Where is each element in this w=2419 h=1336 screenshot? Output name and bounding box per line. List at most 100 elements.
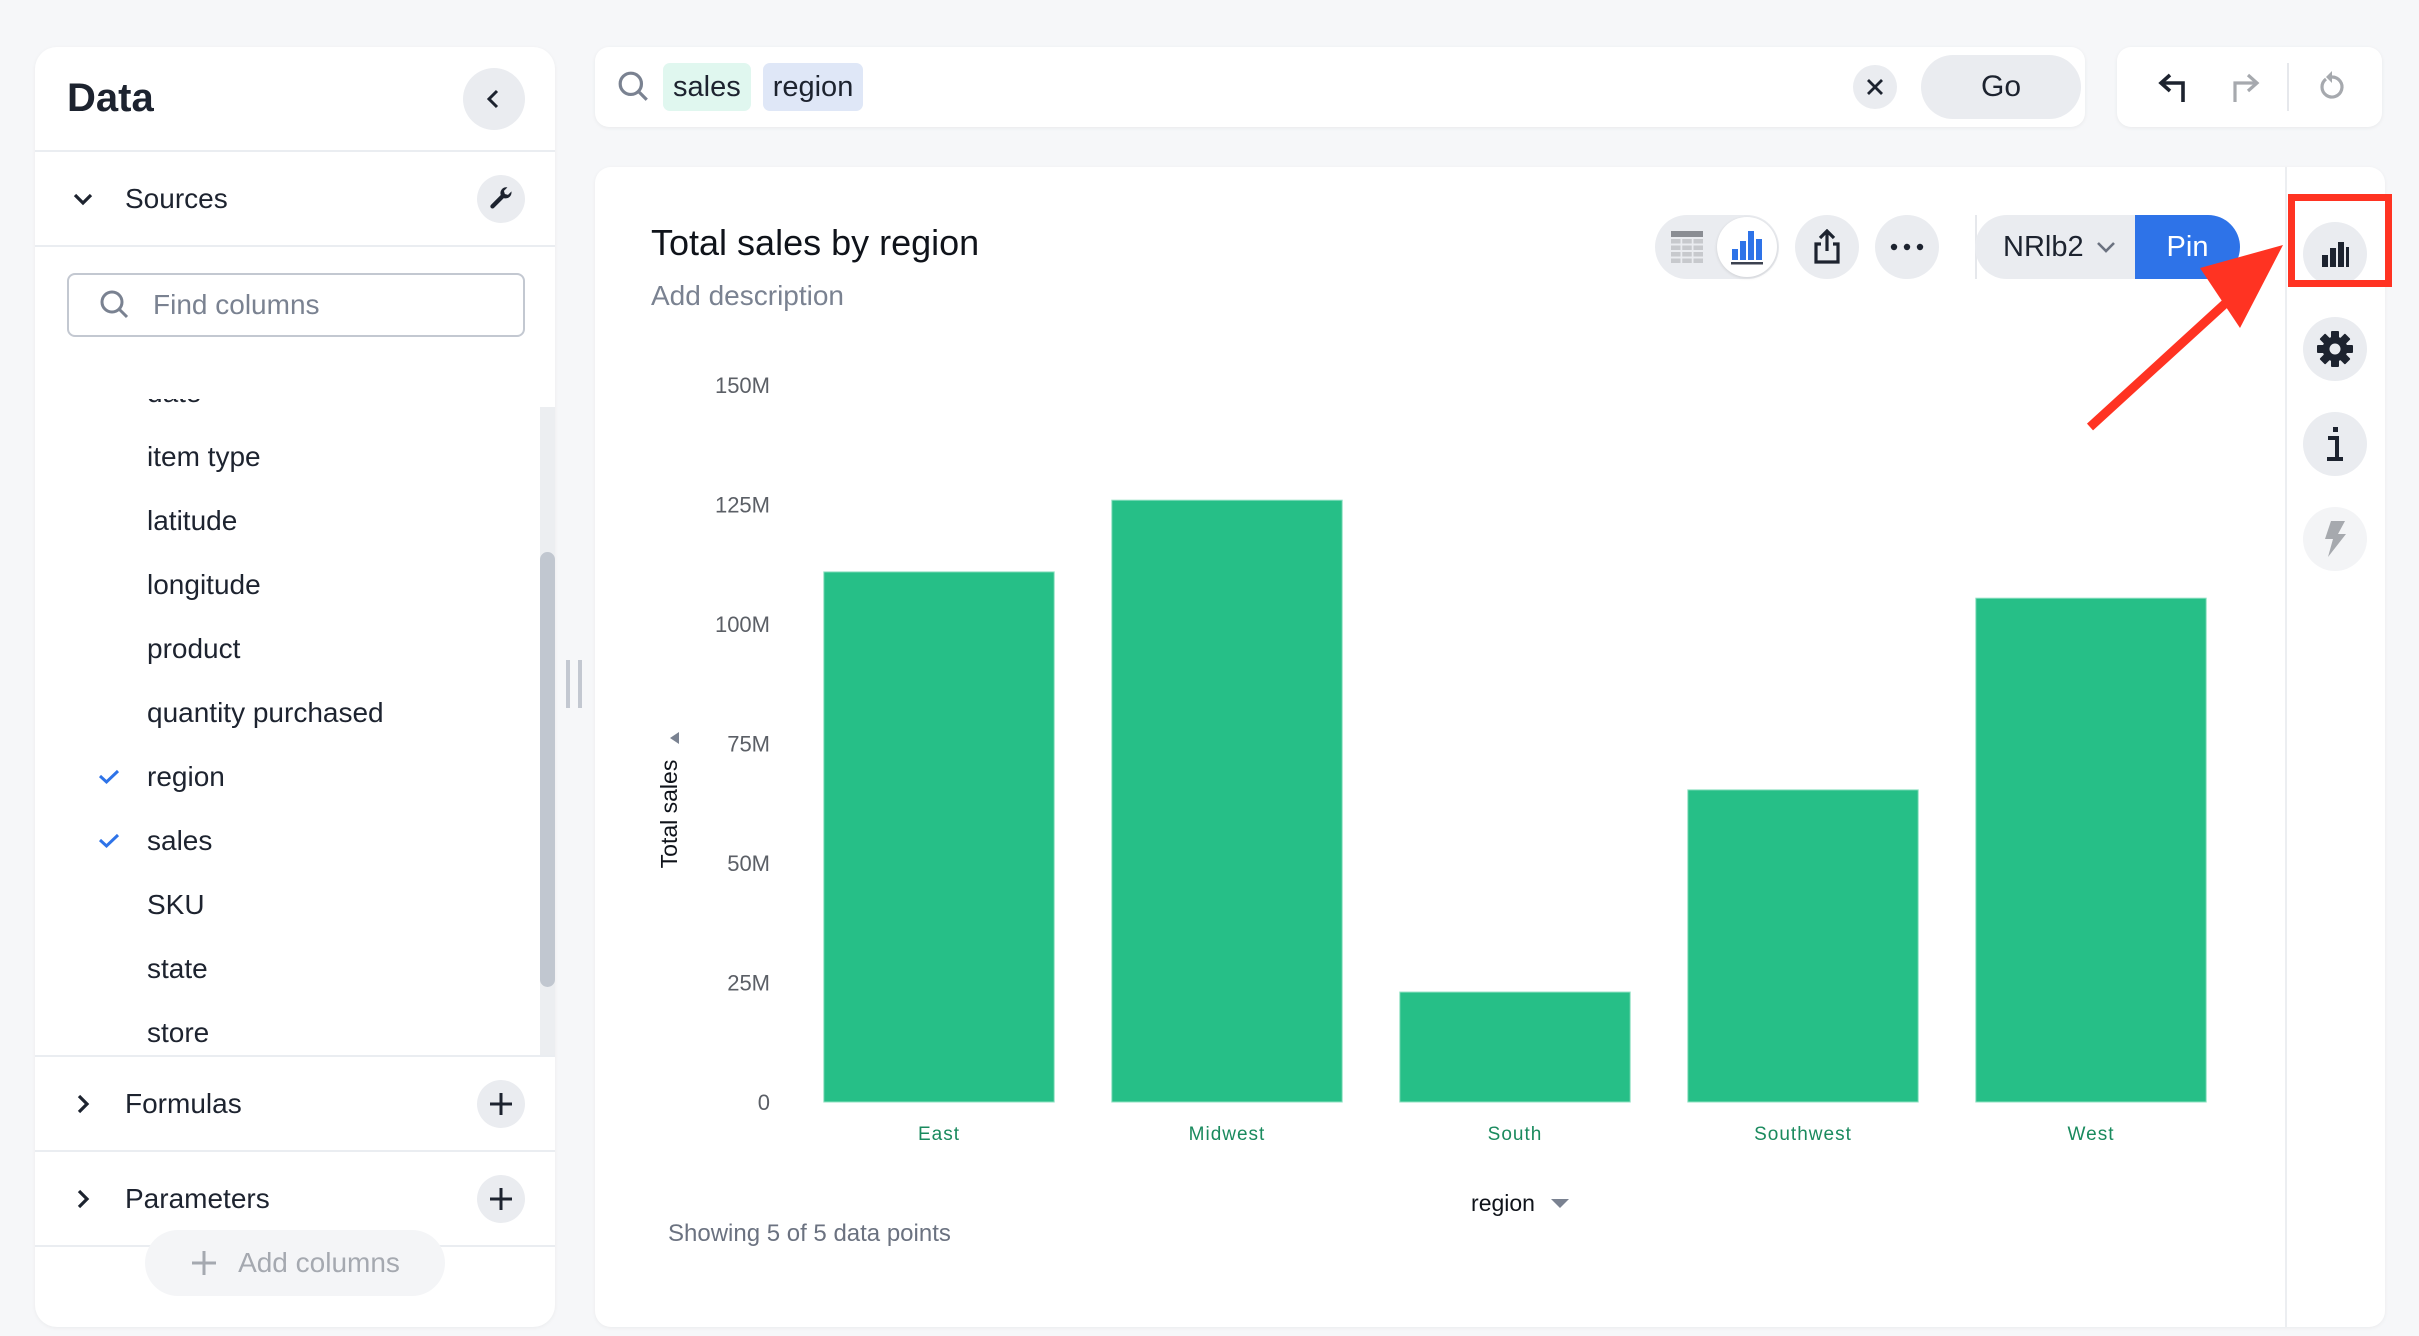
column-label: region	[147, 761, 225, 792]
sources-section-header[interactable]: Sources	[35, 152, 555, 247]
lightning-icon	[2325, 521, 2346, 557]
x-tick-label: Midwest	[1189, 1124, 1266, 1145]
info-button[interactable]	[2303, 412, 2367, 476]
bar-west[interactable]	[1975, 597, 2207, 1103]
column-label: SKU	[147, 889, 205, 920]
column-item[interactable]: date	[35, 399, 535, 425]
y-axis-title[interactable]: Total sales	[656, 732, 682, 868]
column-label: store	[147, 1017, 210, 1048]
x-axis-title[interactable]: region	[1471, 1190, 1569, 1216]
bar-southwest[interactable]	[1687, 789, 1919, 1103]
plus-icon	[490, 1187, 512, 1210]
close-icon	[1867, 79, 1883, 95]
formulas-section-header[interactable]: Formulas	[35, 1057, 555, 1152]
formulas-label: Formulas	[125, 1087, 242, 1119]
column-item[interactable]: longitude	[35, 553, 535, 617]
undo-icon	[2158, 73, 2185, 102]
add-columns-button[interactable]: Add columns	[145, 1230, 445, 1296]
x-tick-label: West	[2068, 1124, 2115, 1145]
chevron-right-icon	[77, 1189, 90, 1208]
chevron-down-icon	[73, 193, 93, 205]
x-tick-label: East	[918, 1124, 960, 1145]
sources-label: Sources	[125, 182, 228, 214]
panel-resize-handle[interactable]	[566, 660, 582, 710]
y-tick-label: 75M	[727, 732, 770, 757]
reset-icon	[2320, 71, 2344, 99]
plus-icon	[192, 1251, 217, 1275]
checkmark-icon	[98, 769, 120, 785]
column-item[interactable]: store	[35, 1001, 535, 1055]
column-label: quantity purchased	[147, 697, 384, 728]
undo-button[interactable]	[2139, 52, 2209, 122]
settings-button[interactable]	[2303, 317, 2367, 381]
search-icon	[618, 71, 648, 101]
x-axis-label[interactable]: region	[1471, 1190, 1535, 1216]
column-label: state	[147, 953, 208, 984]
y-tick-label: 50M	[727, 851, 770, 876]
search-icon	[100, 290, 129, 319]
gear-icon	[2317, 331, 2353, 367]
column-label: product	[147, 633, 241, 664]
column-item[interactable]: item type	[35, 425, 535, 489]
bar-south[interactable]	[1399, 991, 1631, 1103]
add-parameter-button[interactable]	[477, 1174, 525, 1223]
checkmark-icon	[98, 833, 120, 849]
bar-midwest[interactable]	[1111, 499, 1343, 1103]
column-item[interactable]: quantity purchased	[35, 681, 535, 745]
parameters-label: Parameters	[125, 1182, 270, 1214]
y-tick-label: 125M	[715, 493, 770, 518]
data-panel: Data Sources date item type latitude lon…	[35, 47, 555, 1327]
plus-icon	[490, 1092, 512, 1115]
y-tick-label: 0	[758, 1090, 770, 1115]
history-controls	[2117, 47, 2382, 127]
manage-sources-button[interactable]	[477, 174, 525, 223]
y-tick-label: 150M	[715, 373, 770, 398]
y-tick-label: 25M	[727, 971, 770, 996]
highlight-box-annotation	[2288, 194, 2392, 287]
add-formula-button[interactable]	[477, 1079, 525, 1128]
x-tick-label: Southwest	[1754, 1124, 1852, 1145]
column-item[interactable]: product	[35, 617, 535, 681]
data-panel-header: Data	[35, 47, 555, 152]
column-item[interactable]: SKU	[35, 873, 535, 937]
x-tick-label: South	[1488, 1124, 1543, 1145]
bars	[823, 499, 2207, 1103]
column-list-scrollbar-thumb[interactable]	[540, 552, 555, 987]
column-item[interactable]: latitude	[35, 489, 535, 553]
chevron-right-icon	[77, 1094, 90, 1113]
spotiq-button[interactable]	[2303, 507, 2367, 571]
bar-chart: 0 25M 50M 75M 100M 125M 150M East Midwest South S…	[656, 373, 2207, 1216]
go-button[interactable]: Go	[1921, 55, 2081, 119]
search-token-sales[interactable]: sales	[663, 63, 751, 111]
y-axis-sort-icon[interactable]	[670, 732, 679, 744]
column-list: date item type latitude longitude produc…	[35, 399, 535, 1055]
y-axis-label[interactable]: Total sales	[656, 760, 682, 869]
reset-button[interactable]	[2297, 52, 2367, 122]
y-axis-ticks: 0 25M 50M 75M 100M 125M 150M	[715, 373, 770, 1115]
column-item[interactable]: state	[35, 937, 535, 1001]
search-token-region[interactable]: region	[762, 63, 864, 111]
bar-east[interactable]	[823, 571, 1055, 1103]
x-axis-sort-icon[interactable]	[1551, 1199, 1569, 1208]
redo-button[interactable]	[2209, 52, 2279, 122]
answer-card: Total sales by region Add description NR…	[595, 167, 2385, 1327]
y-tick-label: 100M	[715, 612, 770, 637]
search-bar[interactable]: sales region Go	[595, 47, 2085, 127]
column-label: latitude	[147, 505, 238, 536]
wrench-icon	[490, 186, 512, 208]
find-columns-field[interactable]	[67, 273, 525, 337]
column-item-selected[interactable]: region	[35, 745, 535, 809]
column-label: sales	[147, 825, 213, 856]
column-label: longitude	[147, 569, 261, 600]
column-label: date	[147, 399, 202, 409]
column-item-selected[interactable]: sales	[35, 809, 535, 873]
data-panel-title: Data	[67, 76, 154, 120]
info-icon	[2327, 427, 2343, 461]
x-axis-ticks: East Midwest South Southwest West	[918, 1124, 2115, 1145]
clear-search-button[interactable]	[1853, 65, 1897, 109]
collapse-panel-button[interactable]	[463, 67, 525, 130]
history-divider	[2287, 63, 2289, 111]
data-points-footnote: Showing 5 of 5 data points	[668, 1220, 951, 1247]
find-columns-input[interactable]	[153, 289, 513, 321]
redo-icon	[2233, 73, 2260, 102]
